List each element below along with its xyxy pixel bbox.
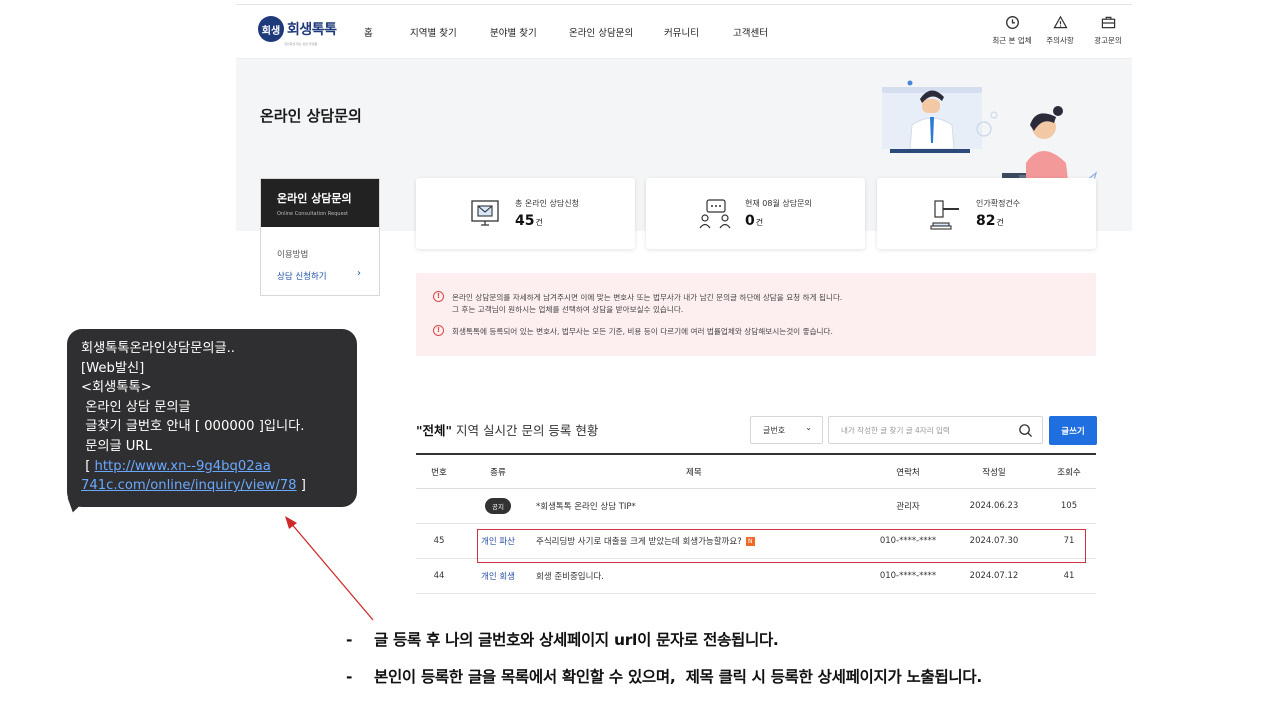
bullet-text: 글 등록 후 나의 글번호와 상세페이지 url이 문자로 전송됩니다. [374,631,779,649]
bullet-item-1: - 글 등록 후 나의 글번호와 상세페이지 url이 문자로 전송됩니다. [346,628,982,665]
explanation-bullets: - 글 등록 후 나의 글번호와 상세페이지 url이 문자로 전송됩니다. - 본… [346,628,982,702]
slide: 회생 회생톡톡 개인회생 파산 상담 플랫폼 홈 지역별 찾기 분야별 찾기 온… [0,0,1280,720]
pointer-arrow [285,516,374,621]
bullet-text: 본인이 등록한 글을 목록에서 확인할 수 있으며, 제목 클릭 시 등록한 상… [374,668,982,686]
bullet-dash: - [346,668,353,686]
bullet-item-2: - 본인이 등록한 글을 목록에서 확인할 수 있으며, 제목 클릭 시 등록한 … [346,665,982,702]
bullet-dash: - [346,631,353,649]
